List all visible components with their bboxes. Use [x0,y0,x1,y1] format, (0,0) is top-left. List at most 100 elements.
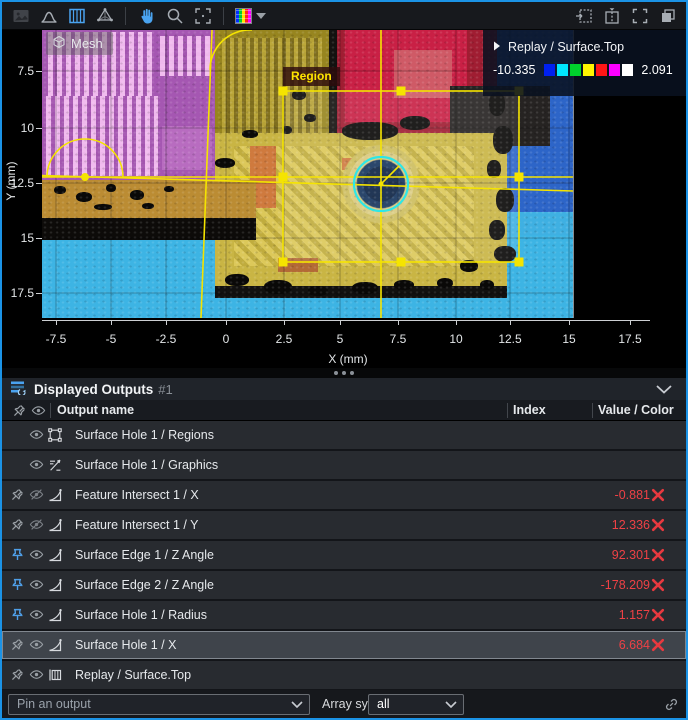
output-name: Surface Edge 2 / Z Angle [75,578,214,592]
chevron-down-icon [445,701,457,708]
y-tick-label: 7.5 [4,64,34,78]
pan-tool-button[interactable] [134,4,159,28]
eye-icon[interactable] [29,667,44,682]
y-tick-label: 15 [4,231,34,245]
toolbar-left-group [8,4,268,28]
output-row[interactable]: Surface Hole 1 / X6.684 [2,631,686,659]
fullscreen-button[interactable] [627,4,652,28]
delete-output-button[interactable] [651,488,665,502]
dock-left-icon [574,6,594,26]
displayed-outputs-header[interactable]: Displayed Outputs #1 [2,378,686,400]
visibility-column-icon[interactable] [31,403,46,418]
y-tick-label: 10 [4,121,34,135]
panel-splitter[interactable] [2,368,686,378]
surface-view-icon [67,6,87,26]
output-name: Surface Hole 1 / Radius [75,608,207,622]
heatmap-blob [142,203,154,209]
zoom-tool-icon [165,6,185,26]
heatmap-blob [493,126,513,154]
eye-icon[interactable] [29,457,44,472]
heatmap-blob [352,282,378,294]
colormap-picker-button[interactable] [232,4,268,28]
array-sync-select[interactable]: all [368,694,464,715]
delete-output-button[interactable] [651,638,665,652]
eye-off-icon[interactable] [29,487,44,502]
heatmap-blob [308,286,328,296]
output-name: Feature Intersect 1 / Y [75,518,198,532]
heatmap-blob [480,280,494,290]
x-tick-label: -5 [91,332,131,346]
displayed-outputs-panel: Displayed Outputs #1 Output name Index V… [2,378,686,718]
image-view-icon [11,6,31,26]
delete-output-button[interactable] [651,518,665,532]
delete-output-button[interactable] [651,578,665,592]
caret-down-icon [256,13,266,19]
heatmap-blob [225,274,249,286]
eye-icon[interactable] [29,577,44,592]
mesh-3d-view-button[interactable] [92,4,117,28]
heatmap-region [160,36,212,76]
pan-tool-icon [137,6,157,26]
link-icon[interactable] [664,697,679,712]
y-tick-mark [36,71,42,72]
output-value: 12.336 [612,518,650,532]
delete-output-button[interactable] [651,608,665,622]
output-name: Surface Hole 1 / X [75,638,176,652]
mesh-toggle-badge[interactable]: Mesh [46,32,113,55]
legend-expand-arrow[interactable] [493,40,501,54]
output-row[interactable]: Feature Intersect 1 / X-0.881 [2,481,686,509]
x-tick-mark [340,321,341,325]
eye-icon[interactable] [29,637,44,652]
surface-viewport[interactable]: Mesh Region Replay / Surface.Top -10.335… [2,30,686,368]
column-output-name: Output name [57,403,134,417]
output-value: 92.301 [612,548,650,562]
colormap-icon [235,8,252,24]
pin-column-icon[interactable] [12,403,27,418]
fit-view-button[interactable] [190,4,215,28]
x-axis-label: X (mm) [308,352,388,366]
y-tick-mark [36,238,42,239]
output-row[interactable]: Surface Edge 1 / Z Angle92.301 [2,541,686,569]
pin-icon[interactable] [10,637,25,652]
duplicate-view-button[interactable] [655,4,680,28]
eye-icon[interactable] [29,427,44,442]
pin-filled-icon[interactable] [10,547,25,562]
delete-output-button[interactable] [651,548,665,562]
pin-icon[interactable] [10,487,25,502]
output-row[interactable]: Surface Hole 1 / Regions [2,421,686,449]
x-tick-label: 15 [549,332,589,346]
heatmap-blob [264,280,292,294]
pin-filled-icon[interactable] [10,607,25,622]
dock-left-button[interactable] [571,4,596,28]
x-tick-label: 5 [320,332,360,346]
surface-view-button[interactable] [64,4,89,28]
dock-top-button[interactable] [599,4,624,28]
profile-view-button[interactable] [36,4,61,28]
output-row[interactable]: Surface Hole 1 / Radius1.157 [2,601,686,629]
output-row[interactable]: Surface Hole 1 / Graphics [2,451,686,479]
heatmap-blob [494,246,516,262]
eye-icon[interactable] [29,607,44,622]
output-row[interactable]: Surface Edge 2 / Z Angle -178.209 [2,571,686,599]
heatmap-blob [164,186,174,192]
fullscreen-icon [630,6,650,26]
pin-output-select[interactable]: Pin an output [8,694,310,715]
mesh-3d-view-icon [95,6,115,26]
pin-icon[interactable] [10,517,25,532]
collapse-panel-button[interactable] [656,385,672,394]
output-row[interactable]: Replay / Surface.Top [2,661,686,689]
pin-filled-icon[interactable] [10,577,25,592]
zoom-tool-button[interactable] [162,4,187,28]
output-value: -178.209 [601,578,650,592]
colormap-swatch [557,64,568,76]
pin-icon[interactable] [10,667,25,682]
toolbar-separator [125,7,126,25]
image-view-button[interactable] [8,4,33,28]
heatmap-blob [282,126,292,134]
eye-icon[interactable] [29,547,44,562]
measurement-icon [47,577,63,593]
eye-off-icon[interactable] [29,517,44,532]
heatmap-blob [460,260,478,272]
heatmap-blob [76,192,92,202]
output-row[interactable]: Feature Intersect 1 / Y 12.336 [2,511,686,539]
